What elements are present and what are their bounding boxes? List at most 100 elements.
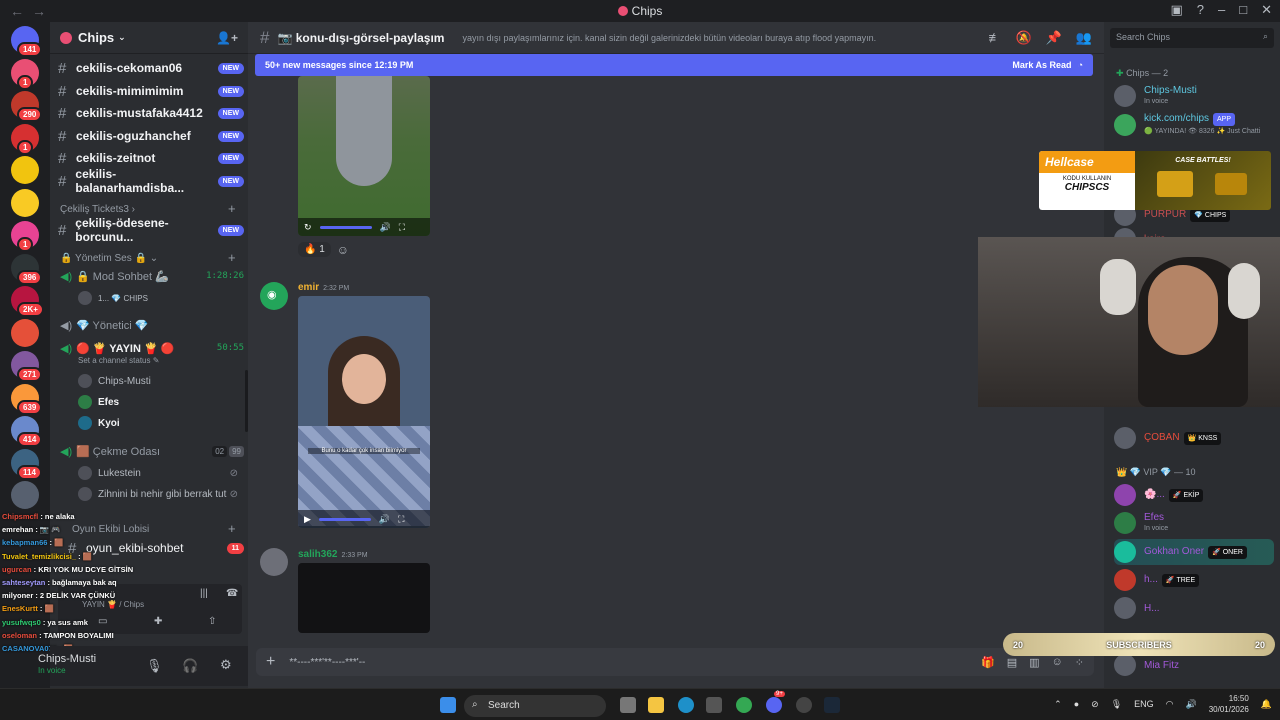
channel-item[interactable]: # cekilis-cekoman06 NEW (58, 58, 244, 78)
message-composer[interactable]: + **----***'**----***'-- 🎁 ▤ ▥ ☺ ⁘ (256, 648, 1094, 676)
voice-user[interactable]: Lukestein ⊘ (78, 464, 238, 482)
pin-icon[interactable]: 📌 (1046, 30, 1062, 46)
avatar[interactable] (260, 548, 288, 576)
store-icon[interactable] (706, 697, 722, 713)
member-list-icon[interactable]: 👥 (1076, 30, 1092, 46)
play-icon[interactable]: ▶ (304, 514, 311, 525)
member-item[interactable]: Efes In voice (1114, 510, 1274, 536)
channel-item[interactable]: # cekilis-balanarhamdisba... NEW (58, 167, 244, 195)
microphone-icon[interactable]: 🎙 (146, 658, 163, 674)
member-item[interactable]: H... (1114, 595, 1274, 621)
channel-status[interactable]: Set a channel status ✎ (78, 356, 159, 365)
member-item[interactable]: 🌸... 🚀 EKİP (1114, 482, 1274, 508)
steam-icon[interactable] (824, 697, 840, 713)
fullscreen-icon[interactable]: ⛶ (398, 514, 404, 525)
attach-plus-icon[interactable]: + (266, 653, 275, 671)
notification-mute-icon[interactable]: 🔕 (1015, 30, 1031, 46)
task-view-icon[interactable] (620, 697, 636, 713)
language-indicator[interactable]: ENG (1134, 699, 1154, 709)
invite-icon[interactable]: 👤+ (216, 31, 238, 45)
server-header[interactable]: Chips ⌄ 👤+ (50, 22, 248, 54)
server-icon[interactable] (11, 156, 39, 184)
ad-code: CHIPSCS (1064, 182, 1110, 193)
gift-icon[interactable]: 🎁 (981, 656, 995, 669)
tray-app-icon[interactable]: ● (1074, 699, 1079, 709)
wifi-icon[interactable]: ◠ (1166, 699, 1174, 710)
server-icon[interactable] (11, 188, 39, 217)
channel-item[interactable]: # cekilis-oguzhanchef NEW (58, 126, 244, 146)
message-input[interactable]: **----***'**----***'-- (289, 657, 365, 668)
speaker-icon: ◀) (60, 270, 73, 283)
category-tickets[interactable]: Çekiliş Tickets3 › + (60, 201, 236, 216)
help-icon[interactable]: ? (1197, 2, 1204, 18)
voice-channel[interactable]: ◀) 🔒 Mod Sohbet 🦾 1:28:26 (60, 267, 244, 285)
voice-user[interactable]: Efes (78, 393, 238, 411)
channel-topic[interactable]: yayın dışı paylaşımlarınız için. kanal s… (462, 33, 902, 43)
voice-channel[interactable]: ◀) 🔴 🍟 YAYIN 🍟 🔴 50:55 (60, 339, 244, 357)
search-input[interactable]: Search Chips ⌕ (1110, 28, 1274, 48)
video-attachment[interactable] (298, 563, 430, 633)
minimize-button[interactable]: – (1218, 2, 1225, 18)
discord-icon[interactable]: 9+ (766, 691, 785, 713)
tray-mic-icon[interactable]: 🎙 (1111, 699, 1122, 710)
server-icon[interactable] (11, 481, 39, 509)
member-item[interactable]: kick.com/chips APP 🟢 YAYINDA! 👁 8326 ✨ Jus… (1114, 112, 1274, 138)
maximize-button[interactable]: □ (1239, 2, 1247, 18)
volume-icon[interactable]: 🔊 (379, 514, 390, 525)
volume-icon[interactable]: 🔊 (380, 222, 391, 233)
member-item[interactable]: Chips-Musti In voice (1114, 83, 1274, 109)
voice-user[interactable]: Chips-Musti (78, 372, 238, 390)
video-attachment[interactable]: Bunu o kadar çok insan bilmiyor ▶ 🔊 ⛶ (298, 296, 430, 528)
threads-icon[interactable]: ≢ (988, 30, 1001, 46)
video-progress[interactable] (319, 225, 372, 229)
member-item[interactable]: ÇOBAN 👑 KNSS (1114, 425, 1274, 451)
windows-start-icon[interactable] (440, 697, 456, 713)
reaction-fire[interactable]: 🔥 1 (298, 242, 331, 257)
video-attachment[interactable]: ↻ 🔊 ⛶ (298, 76, 430, 236)
add-reaction-icon[interactable]: ☺ (337, 243, 349, 257)
new-messages-banner[interactable]: 50+ new messages since 12:19 PM Mark As … (255, 54, 1093, 76)
inbox-icon[interactable]: ▣ (1170, 2, 1182, 18)
replay-icon[interactable]: ↻ (304, 222, 312, 233)
user-panel-name[interactable]: Chips-Musti (38, 653, 96, 665)
volume-icon[interactable]: 🔊 (1186, 699, 1197, 710)
video-progress[interactable] (318, 517, 371, 521)
message-author[interactable]: emir (298, 282, 319, 293)
sticker-icon[interactable]: ▥ (1029, 656, 1039, 669)
apps-icon[interactable]: ⁘ (1075, 656, 1084, 669)
channel-item[interactable]: # cekilis-mimimimim NEW (58, 81, 244, 101)
user-limit: 99 (229, 445, 244, 457)
category-voice[interactable]: 🔒 Yönetim Ses 🔒 ⌄ + (60, 250, 236, 265)
mark-as-read-button[interactable]: Mark As Read (1012, 60, 1071, 70)
voice-user[interactable]: Kyoi (78, 414, 238, 432)
settings-gear-icon[interactable]: ⚙ (220, 657, 232, 673)
message-author[interactable]: salih362 (298, 549, 337, 560)
close-button[interactable]: ✕ (1261, 2, 1272, 18)
voice-user[interactable]: 1... 💎 CHIPS (78, 289, 238, 307)
channel-item[interactable]: # çekiliş-ödesene-borcunu... NEW (58, 216, 244, 244)
gif-icon[interactable]: ▤ (1007, 656, 1017, 669)
emoji-icon[interactable]: ☺ (1052, 656, 1063, 669)
tray-mute-icon[interactable]: ⊘ (1091, 699, 1099, 710)
channel-item[interactable]: # cekilis-mustafaka4412 NEW (58, 103, 244, 123)
avatar[interactable]: ◉ (260, 282, 288, 310)
file-explorer-icon[interactable] (648, 697, 664, 713)
obs-icon[interactable] (796, 697, 812, 713)
chrome-icon[interactable] (736, 697, 752, 713)
voice-channel[interactable]: ◀) 💎 Yönetici 💎 (60, 316, 244, 334)
server-icon[interactable] (11, 318, 39, 347)
fullscreen-icon[interactable]: ⛶ (399, 222, 405, 233)
add-channel-icon[interactable]: + (228, 250, 236, 265)
tray-chevron-icon[interactable]: ⌃ (1054, 699, 1062, 710)
clock[interactable]: 16:50 30/01/2026 (1209, 693, 1249, 715)
notification-icon[interactable]: 🔔 (1261, 699, 1272, 710)
headphones-icon[interactable]: 🎧 (182, 658, 198, 674)
channel-item[interactable]: # cekilis-zeitnot NEW (58, 148, 244, 168)
member-item[interactable]: h... 🚀 TREE (1114, 567, 1274, 593)
voice-user[interactable]: Zihnini bi nehir gibi berrak tut ⊘ (78, 485, 238, 503)
voice-channel[interactable]: ◀) 🟫 Çekme Odası 02 99 (60, 442, 244, 460)
member-item[interactable]: Gokhan Oner 🚀 ONER (1114, 539, 1274, 565)
taskbar-search[interactable]: ⌕ Search (464, 695, 606, 717)
add-channel-icon[interactable]: + (228, 201, 236, 216)
edge-icon[interactable] (678, 697, 694, 713)
